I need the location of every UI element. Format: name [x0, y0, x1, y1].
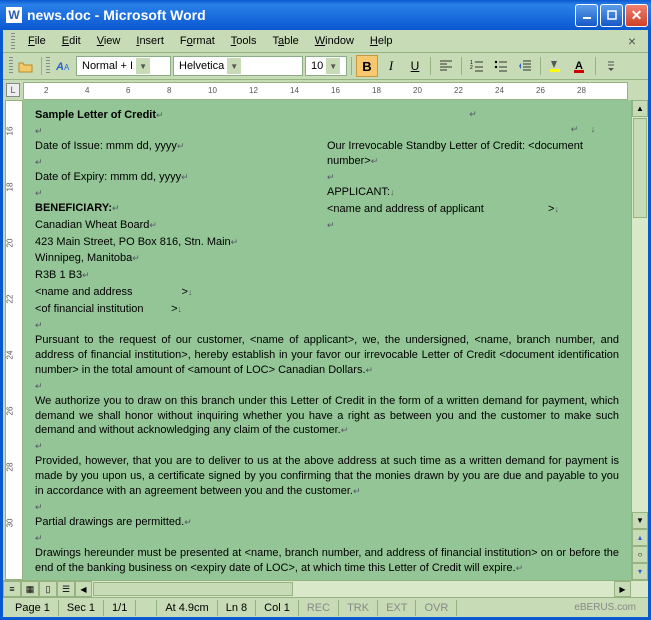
ben-line-1: Canadian Wheat Board: [35, 219, 149, 231]
status-bar: Page 1 Sec 1 1/1 At 4.9cm Ln 8 Col 1 REC…: [3, 597, 648, 617]
menu-edit[interactable]: Edit: [55, 33, 88, 49]
ben-line-6: <of financial institution: [35, 303, 144, 315]
status-col: Col 1: [256, 600, 299, 616]
size-combo[interactable]: 10▼: [305, 56, 347, 76]
doc-close-button[interactable]: ×: [624, 33, 640, 49]
toolbar-grip-1[interactable]: [9, 57, 13, 75]
menu-bar: File Edit View Insert Format Tools Table…: [3, 30, 648, 53]
window-titlebar: W news.doc - Microsoft Word ✕: [0, 0, 651, 30]
size-value: 10: [311, 60, 323, 72]
status-section: Sec 1: [59, 600, 104, 616]
chevron-down-icon: ▼: [227, 58, 241, 74]
decrease-indent-button[interactable]: [514, 55, 536, 77]
svg-text:2: 2: [470, 65, 473, 71]
numbered-list-button[interactable]: 12: [466, 55, 488, 77]
status-line: Ln 8: [218, 600, 256, 616]
chevron-down-icon: ▼: [326, 58, 340, 74]
web-view-button[interactable]: ▦: [21, 581, 39, 597]
browse-object-button[interactable]: ○: [632, 546, 648, 563]
status-ovr[interactable]: OVR: [416, 600, 457, 616]
browse-prev-button[interactable]: ▴: [632, 529, 648, 546]
scroll-thumb[interactable]: [633, 118, 647, 218]
menu-format[interactable]: Format: [173, 33, 222, 49]
bold-button[interactable]: B: [356, 55, 378, 77]
status-at: At 4.9cm: [156, 600, 217, 616]
status-page: Page 1: [7, 600, 59, 616]
applicant-value: <name and address of applicant: [327, 203, 484, 215]
normal-view-button[interactable]: ≡: [3, 581, 21, 597]
ben-line-5: <name and address: [35, 286, 133, 298]
window-title: news.doc - Microsoft Word: [27, 7, 575, 23]
italic-button[interactable]: I: [380, 55, 402, 77]
highlight-button[interactable]: [545, 55, 567, 77]
para-1: Pursuant to the request of our customer,…: [35, 334, 619, 376]
ben-line-2: 423 Main Street, PO Box 816, Stn. Main: [35, 236, 231, 248]
outline-view-button[interactable]: ☰: [57, 581, 75, 597]
status-trk[interactable]: TRK: [339, 600, 378, 616]
bullet-list-button[interactable]: [490, 55, 512, 77]
align-left-button[interactable]: [435, 55, 457, 77]
para-3: Provided, however, that you are to deliv…: [35, 455, 619, 497]
menu-file[interactable]: File: [21, 33, 53, 49]
menu-tools[interactable]: Tools: [224, 33, 264, 49]
open-button[interactable]: [15, 55, 37, 77]
status-ext[interactable]: EXT: [378, 600, 416, 616]
para-4: Partial drawings are permitted.: [35, 516, 184, 528]
font-combo[interactable]: Helvetica▼: [173, 56, 303, 76]
menu-help[interactable]: Help: [363, 33, 400, 49]
beneficiary-heading: BENEFICIARY:: [35, 202, 112, 214]
browse-next-button[interactable]: ▾: [632, 563, 648, 580]
vertical-scrollbar[interactable]: ▲ ▼ ▴ ○ ▾: [631, 100, 648, 580]
minimize-button[interactable]: [575, 4, 598, 27]
style-combo[interactable]: Normal + I▼: [76, 56, 171, 76]
underline-button[interactable]: U: [404, 55, 426, 77]
date-issue: Date of Issue: mmm dd, yyyy: [35, 140, 177, 152]
hscroll-thumb[interactable]: [93, 582, 293, 596]
para-2: We authorize you to draw on this branch …: [35, 395, 619, 437]
document-page[interactable]: Sample Letter of Credit↵ ↵ Date of Issue…: [23, 100, 631, 580]
applicant-heading: APPLICANT:: [327, 186, 390, 198]
ben-line-3: Winnipeg, Manitoba: [35, 252, 132, 264]
style-value: Normal + I: [82, 60, 133, 72]
vertical-ruler[interactable]: 1618202224262830: [5, 100, 23, 580]
ben-line-4: R3B 1 B3: [35, 269, 82, 281]
print-view-button[interactable]: ▯: [39, 581, 57, 597]
menu-table[interactable]: Table: [265, 33, 305, 49]
menu-window[interactable]: Window: [308, 33, 361, 49]
toolbar-grip-2[interactable]: [46, 57, 50, 75]
doc-title: Sample Letter of Credit: [35, 109, 156, 121]
menu-insert[interactable]: Insert: [129, 33, 171, 49]
maximize-button[interactable]: [600, 4, 623, 27]
svg-text:A: A: [55, 61, 64, 73]
font-color-button[interactable]: A: [569, 55, 591, 77]
scroll-right-button[interactable]: ▶: [614, 581, 631, 597]
scroll-up-button[interactable]: ▲: [632, 100, 648, 117]
watermark-text: eBERUS.com: [566, 600, 644, 616]
formatting-toolbar: AA Normal + I▼ Helvetica▼ 10▼ B I U 12 A: [3, 53, 648, 80]
toolbar-options-button[interactable]: [600, 55, 622, 77]
status-pages: 1/1: [104, 600, 136, 616]
horizontal-ruler[interactable]: L 246810121416182022242628: [23, 82, 628, 100]
scroll-down-button[interactable]: ▼: [632, 512, 648, 529]
scroll-left-button[interactable]: ◀: [75, 581, 92, 597]
svg-text:A: A: [64, 63, 70, 72]
horizontal-scrollbar-row: ≡ ▦ ▯ ☰ ◀ ▶: [3, 580, 648, 597]
app-icon: W: [6, 7, 22, 23]
styles-pane-button[interactable]: AA: [52, 55, 74, 77]
font-value: Helvetica: [179, 60, 224, 72]
loc-line: Our Irrevocable Standby Letter of Credit…: [327, 140, 583, 167]
menu-view[interactable]: View: [90, 33, 128, 49]
close-button[interactable]: ✕: [625, 4, 648, 27]
chevron-down-icon: ▼: [136, 58, 150, 74]
status-rec[interactable]: REC: [299, 600, 339, 616]
para-5: Drawings hereunder must be presented at …: [35, 547, 619, 574]
tab-selector[interactable]: L: [6, 83, 20, 97]
date-expiry: Date of Expiry: mmm dd, yyyy: [35, 171, 181, 183]
menu-grip[interactable]: [11, 33, 15, 49]
